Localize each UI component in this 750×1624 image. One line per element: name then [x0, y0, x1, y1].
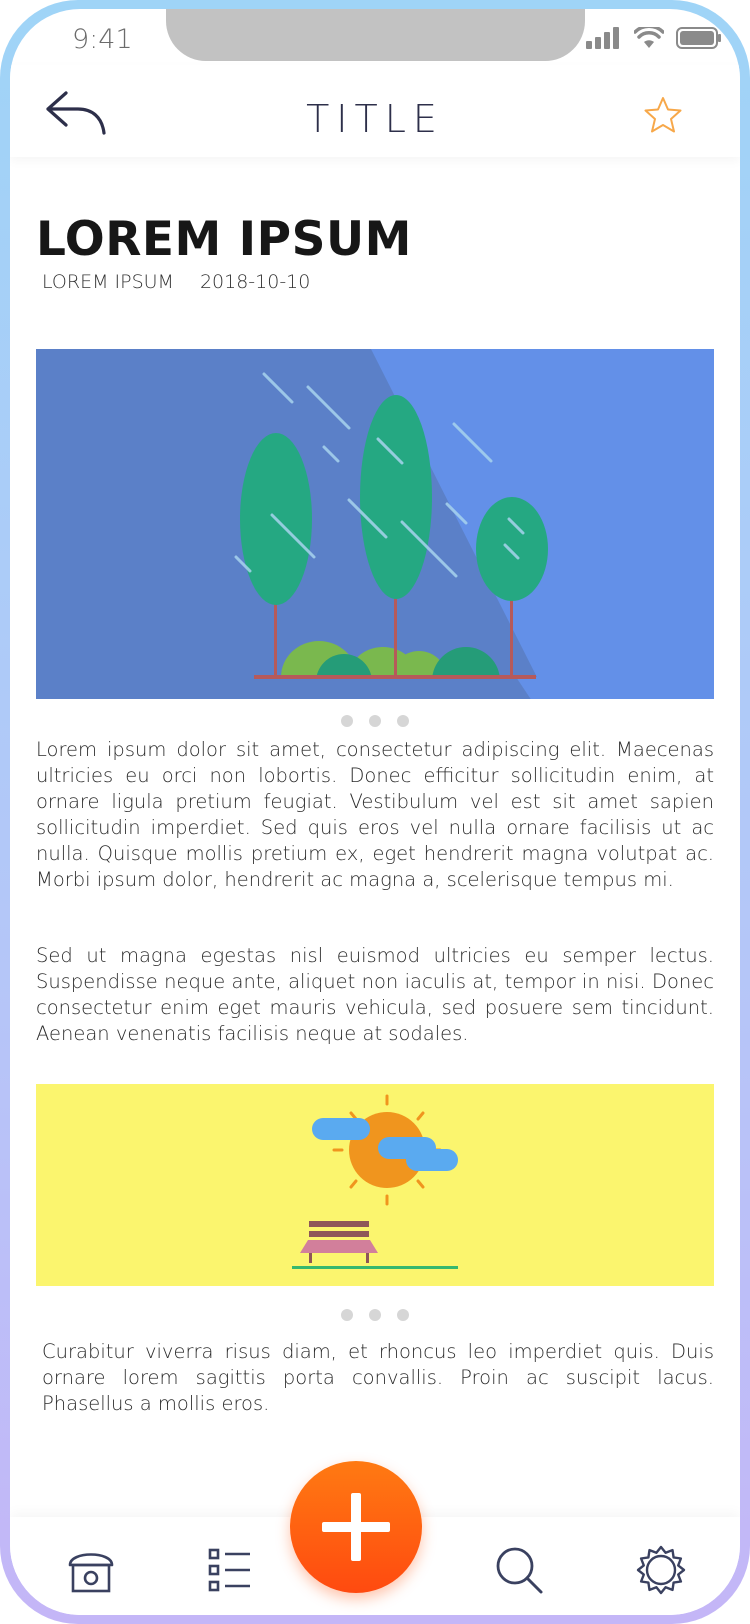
carousel-dot[interactable] — [369, 715, 381, 727]
home-icon[interactable] — [66, 1545, 116, 1595]
wifi-icon — [634, 27, 664, 48]
status-time: 9:41 — [72, 24, 133, 55]
screen: 9:41 TITLE LOREM IPSUM LOREM IPSUM 2018-… — [10, 9, 740, 1615]
carousel-dot[interactable] — [341, 1309, 353, 1321]
notch — [166, 9, 585, 61]
favorite-star-button[interactable] — [643, 95, 683, 135]
settings-icon[interactable] — [636, 1545, 686, 1595]
article-paragraph-2: Sed ut magna egestas nisl euismod ultric… — [36, 944, 714, 1045]
list-icon[interactable] — [206, 1545, 256, 1595]
carousel-dots-2 — [10, 1309, 740, 1321]
article-headline: LOREM IPSUM — [36, 212, 412, 267]
carousel-dot[interactable] — [397, 1309, 409, 1321]
page-title: TITLE — [306, 97, 444, 141]
carousel-dots-1 — [10, 715, 740, 727]
article-paragraph-3: Curabitur viverra risus diam, et rhoncus… — [42, 1340, 714, 1415]
battery-icon — [676, 27, 721, 49]
plus-icon — [322, 1493, 390, 1561]
sunny-bench-illustration[interactable] — [36, 1084, 714, 1286]
carousel-dot[interactable] — [341, 715, 353, 727]
article-date: 2018-10-10 — [199, 271, 311, 293]
rainy-trees-illustration[interactable] — [36, 349, 714, 699]
carousel-dot[interactable] — [397, 715, 409, 727]
nav-header: TITLE — [10, 65, 740, 157]
article-meta: LOREM IPSUM 2018-10-10 — [42, 271, 310, 293]
signal-icon — [586, 27, 619, 49]
article-paragraph-1: Lorem ipsum dolor sit amet, consectetur … — [36, 738, 714, 891]
search-icon[interactable] — [494, 1545, 544, 1595]
article-author: LOREM IPSUM — [42, 271, 174, 293]
status-icons — [586, 27, 722, 49]
phone-frame: 9:41 TITLE LOREM IPSUM LOREM IPSUM 2018-… — [0, 0, 750, 1624]
carousel-dot[interactable] — [369, 1309, 381, 1321]
add-button[interactable] — [290, 1461, 422, 1593]
